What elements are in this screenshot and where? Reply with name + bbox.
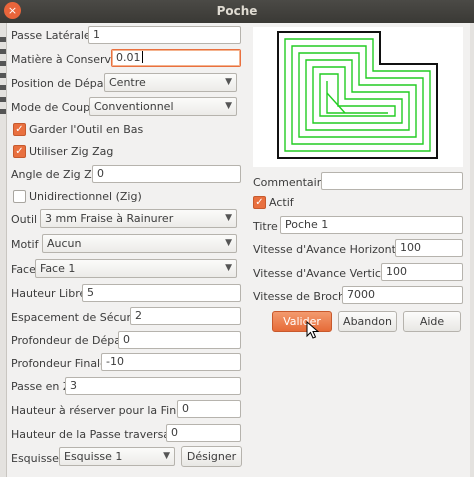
espacement-securite-label: Espacement de Sécurité bbox=[11, 311, 146, 324]
background-window-edge bbox=[0, 23, 7, 477]
toolpath-link bbox=[326, 92, 346, 114]
actif-checkbox[interactable]: ✓ bbox=[253, 196, 266, 209]
motif-select[interactable]: Aucun ▼ bbox=[42, 234, 237, 253]
outil-select[interactable]: 3 mm Fraise à Rainurer ▼ bbox=[40, 209, 237, 228]
hauteur-passe-traversante-label: Hauteur de la Passe traversante bbox=[11, 428, 189, 441]
passe-en-z-input[interactable]: 3 bbox=[65, 377, 241, 395]
profondeur-finale-input[interactable]: -10 bbox=[101, 353, 241, 371]
background-window-edge-right bbox=[470, 23, 474, 477]
passe-laterale-label: Passe Latérale bbox=[11, 29, 91, 42]
dropdown-arrow-icon: ▼ bbox=[163, 451, 170, 461]
esquisses-value: Esquisse 1 bbox=[64, 450, 123, 463]
hauteur-finition-label: Hauteur à réserver pour la Finition bbox=[11, 404, 201, 417]
toolpath-loop bbox=[284, 38, 431, 152]
check-icon: ✓ bbox=[255, 197, 264, 208]
commentaire-input[interactable] bbox=[321, 172, 463, 190]
face-label: Face bbox=[11, 263, 36, 276]
garder-outil-bas-checkbox[interactable]: ✓ bbox=[13, 123, 26, 136]
mode-coupe-label: Mode de Coupe bbox=[11, 101, 97, 114]
vitesse-avance-horizontale-label: Vitesse d'Avance Horizontale bbox=[253, 243, 413, 256]
position-depart-select[interactable]: Centre ▼ bbox=[104, 73, 237, 92]
toolpath-core bbox=[326, 81, 388, 114]
face-value: Face 1 bbox=[40, 262, 76, 275]
dropdown-arrow-icon: ▼ bbox=[225, 77, 232, 87]
toolpath-loop bbox=[298, 52, 417, 138]
position-depart-value: Centre bbox=[109, 76, 146, 89]
toolpath-loop bbox=[319, 73, 396, 117]
dropdown-arrow-icon: ▼ bbox=[225, 238, 232, 248]
title-bar: × Poche bbox=[0, 0, 474, 23]
passe-laterale-input[interactable]: 1 bbox=[88, 26, 241, 44]
hauteur-libre-label: Hauteur Libre bbox=[11, 287, 87, 300]
valider-button[interactable]: Valider bbox=[272, 311, 332, 332]
actif-label[interactable]: Actif bbox=[269, 196, 294, 209]
garder-outil-bas-label[interactable]: Garder l'Outil en Bas bbox=[29, 123, 143, 136]
abandon-button[interactable]: Abandon bbox=[338, 311, 397, 332]
commentaire-label: Commentaire bbox=[253, 176, 328, 189]
pocket-outline bbox=[277, 31, 438, 159]
unidirectionnel-label[interactable]: Unidirectionnel (Zig) bbox=[29, 190, 142, 203]
designer-button[interactable]: Désigner bbox=[181, 446, 242, 467]
vitesse-broche-label: Vitesse de Broche bbox=[253, 290, 352, 303]
hauteur-libre-input[interactable]: 5 bbox=[82, 284, 241, 302]
outil-label: Outil bbox=[11, 213, 38, 226]
vitesse-avance-verticale-input[interactable]: 100 bbox=[381, 263, 463, 281]
unidirectionnel-checkbox[interactable] bbox=[13, 190, 26, 203]
utiliser-zig-zag-label[interactable]: Utiliser Zig Zag bbox=[29, 145, 113, 158]
face-select[interactable]: Face 1 ▼ bbox=[35, 259, 237, 278]
window-title: Poche bbox=[216, 4, 258, 18]
mode-coupe-value: Conventionnel bbox=[94, 100, 174, 113]
matiere-conserver-input[interactable]: 0.01 bbox=[111, 49, 241, 67]
vitesse-avance-horizontale-input[interactable]: 100 bbox=[395, 239, 463, 257]
toolpath-preview bbox=[253, 27, 463, 167]
position-depart-label: Position de Départ bbox=[11, 77, 113, 90]
outil-value: 3 mm Fraise à Rainurer bbox=[45, 212, 174, 225]
profondeur-depart-input[interactable]: 0 bbox=[118, 331, 241, 349]
check-icon: ✓ bbox=[15, 146, 24, 157]
pocket-toolpath-graphic bbox=[277, 31, 438, 159]
esquisses-select[interactable]: Esquisse 1 ▼ bbox=[59, 447, 175, 466]
hauteur-finition-input[interactable]: 0 bbox=[177, 400, 241, 418]
mouse-cursor-icon bbox=[306, 321, 320, 339]
dropdown-arrow-icon: ▼ bbox=[225, 263, 232, 273]
motif-label: Motif bbox=[11, 238, 39, 251]
esquisses-label: Esquisses bbox=[11, 452, 65, 465]
vitesse-avance-verticale-label: Vitesse d'Avance Verticale bbox=[253, 267, 398, 280]
matiere-conserver-label: Matière à Conserver bbox=[11, 53, 123, 66]
angle-zig-zag-input[interactable]: 0 bbox=[92, 165, 241, 183]
profondeur-depart-label: Profondeur de Départ bbox=[11, 334, 130, 347]
aide-button[interactable]: Aide bbox=[403, 311, 461, 332]
utiliser-zig-zag-checkbox[interactable]: ✓ bbox=[13, 145, 26, 158]
matiere-conserver-value: 0.01 bbox=[116, 51, 141, 64]
dropdown-arrow-icon: ▼ bbox=[225, 101, 232, 111]
titre-input[interactable]: Poche 1 bbox=[280, 216, 463, 234]
motif-value: Aucun bbox=[47, 237, 82, 250]
vitesse-broche-input[interactable]: 7000 bbox=[342, 286, 463, 304]
passe-en-z-label: Passe en Z bbox=[11, 380, 71, 393]
espacement-securite-input[interactable]: 2 bbox=[130, 307, 241, 325]
text-cursor bbox=[141, 51, 143, 63]
dropdown-arrow-icon: ▼ bbox=[225, 213, 232, 223]
titre-label: Titre bbox=[253, 220, 278, 233]
check-icon: ✓ bbox=[15, 124, 24, 135]
mode-coupe-select[interactable]: Conventionnel ▼ bbox=[89, 97, 237, 116]
profondeur-finale-label: Profondeur Finale bbox=[11, 357, 107, 370]
hauteur-passe-traversante-input[interactable]: 0 bbox=[166, 424, 241, 442]
